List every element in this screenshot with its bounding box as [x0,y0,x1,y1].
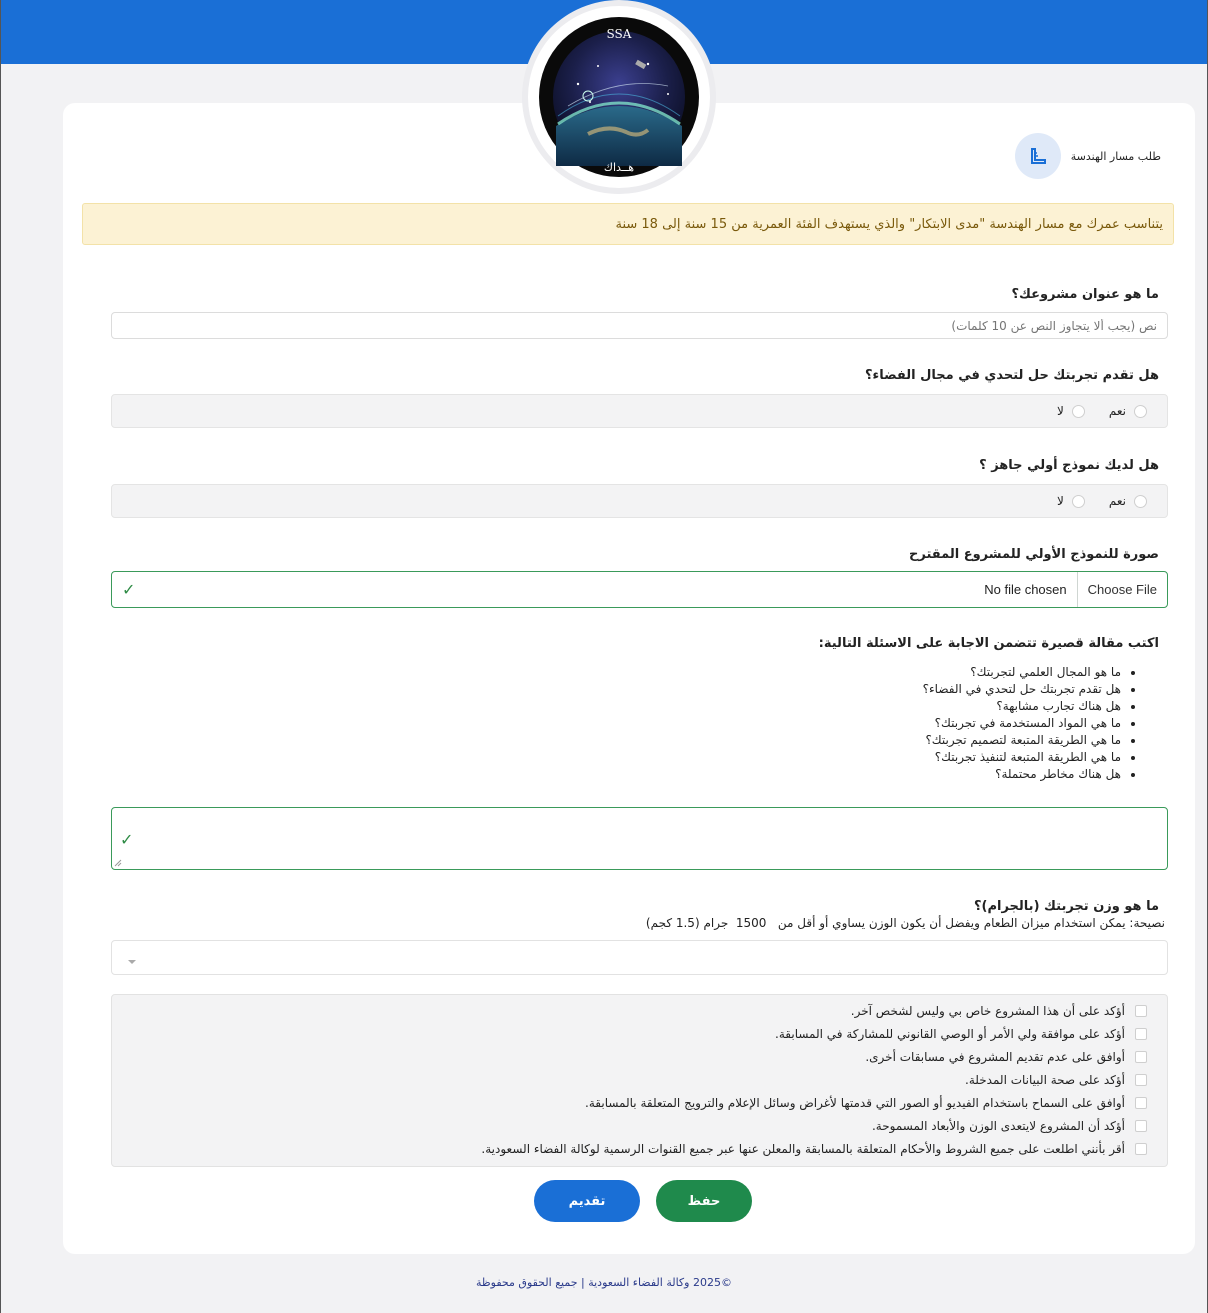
agreements-panel: أؤكد على أن هذا المشروع خاص بي وليس لشخص… [111,994,1168,1167]
agreement-checkbox[interactable] [1135,1097,1147,1109]
list-item: هل تقدم تجربتك حل لتحدي في الفضاء؟ [559,681,1121,698]
agreement-checkbox[interactable] [1135,1143,1147,1155]
project-title-label: ما هو عنوان مشروعك؟ [1011,287,1159,302]
agreement-checkbox[interactable] [1135,1120,1147,1132]
weight-select[interactable] [111,940,1168,975]
chevron-down-icon [128,960,136,964]
logo-emblem: SSA هــداك [539,17,699,177]
agreement-checkbox[interactable] [1135,1005,1147,1017]
list-item: ما هي الطريقة المتبعة لتنفيذ تجربتك؟ [559,749,1121,766]
submit-button[interactable]: تقديم [534,1180,640,1222]
agreement-item[interactable]: أؤكد على موافقة ولي الأمر أو الوصي القان… [775,1027,1147,1041]
agreement-item[interactable]: أوافق على السماح باستخدام الفيديو أو الص… [585,1096,1147,1110]
agreement-text: أؤكد على أن هذا المشروع خاص بي وليس لشخص… [850,1004,1125,1018]
essay-textarea[interactable]: ✓ [111,807,1168,870]
page-header: طلب مسار الهندسة [1014,133,1161,179]
ssa-logo: SSA هــداك [528,6,710,188]
ruler-triangle-icon [1014,133,1061,179]
yes-label: نعم [1108,404,1126,418]
svg-text:هــداك: هــداك [604,161,634,174]
file-status-text: No file chosen [984,582,1067,597]
resize-handle-icon[interactable] [114,859,122,867]
save-button[interactable]: حفظ [656,1180,752,1222]
agreement-checkbox[interactable] [1135,1028,1147,1040]
svg-text:SSA: SSA [607,27,632,41]
age-eligibility-alert: يتناسب عمرك مع مسار الهندسة "مدى الابتكا… [82,203,1174,245]
agreement-item[interactable]: أؤكد على أن هذا المشروع خاص بي وليس لشخص… [851,1004,1147,1018]
agreement-item[interactable]: أؤكد على صحة البيانات المدخلة. [965,1073,1147,1087]
choose-file-button[interactable]: Choose File [1076,572,1167,607]
list-item: ما هي الطريقة المتبعة لتصميم تجربتك؟ [559,732,1121,749]
list-item: ما هي المواد المستخدمة في تجربتك؟ [559,715,1121,732]
agreement-item[interactable]: أوافق على عدم تقديم المشروع في مسابقات أ… [865,1050,1147,1064]
alert-text: يتناسب عمرك مع مسار الهندسة "مدى الابتكا… [615,216,1163,232]
prototype-label: هل لديك نموذج أولي جاهز ؟ [979,458,1159,473]
prototype-image-label: صورة للنموذج الأولي للمشروع المقترح [909,547,1159,562]
list-item: ما هو المجال العلمي لتجربتك؟ [559,664,1121,681]
radio-circle[interactable] [1071,494,1085,508]
prototype-yes-option[interactable]: نعم [1109,494,1147,508]
agreement-text: أقر بأنني اطلعت على جميع الشروط والأحكام… [481,1142,1125,1156]
no-label: لا [1057,494,1064,508]
footer-copyright: ©2025 وكالة الفضاء السعودية | جميع الحقو… [476,1276,732,1289]
radio-circle[interactable] [1071,404,1085,418]
page-title: طلب مسار الهندسة [1070,149,1161,163]
weight-label: ما هو وزن تجربتك (بالجرام)؟ [974,899,1159,914]
prototype-no-option[interactable]: لا [1057,494,1085,508]
essay-label: اكتب مقالة قصيرة تتضمن الاجابة على الاسئ… [818,636,1159,651]
agreement-text: أؤكد على صحة البيانات المدخلة. [965,1073,1125,1087]
valid-check-icon: ✓ [122,580,136,599]
radio-circle[interactable] [1134,404,1147,418]
radio-circle[interactable] [1134,494,1147,508]
prototype-image-file-input[interactable]: Choose File No file chosen ✓ [111,571,1168,608]
space-challenge-yes-option[interactable]: نعم [1109,404,1147,418]
weight-hint: نصيحة: يمكن استخدام ميزان الطعام ويفضل أ… [645,916,1165,930]
space-challenge-no-option[interactable]: لا [1057,404,1085,418]
essay-questions-list: ما هو المجال العلمي لتجربتك؟ هل تقدم تجر… [559,664,1159,783]
project-title-input[interactable] [111,312,1168,339]
agreement-item[interactable]: أؤكد أن المشروع لايتعدى الوزن والأبعاد ا… [872,1119,1147,1133]
agreement-item[interactable]: أقر بأنني اطلعت على جميع الشروط والأحكام… [481,1142,1147,1156]
agreement-checkbox[interactable] [1135,1074,1147,1086]
space-challenge-radio-group: نعم لا [111,394,1168,428]
space-challenge-label: هل تقدم تجربتك حل لتحدي في مجال الفضاء؟ [865,368,1159,383]
yes-label: نعم [1108,494,1126,508]
agreement-text: أؤكد على موافقة ولي الأمر أو الوصي القان… [775,1027,1125,1041]
agreement-text: أوافق على عدم تقديم المشروع في مسابقات أ… [865,1050,1125,1064]
no-label: لا [1057,404,1064,418]
valid-check-icon: ✓ [120,830,134,849]
list-item: هل هناك تجارب مشابهة؟ [559,698,1121,715]
agreement-text: أؤكد أن المشروع لايتعدى الوزن والأبعاد ا… [871,1119,1125,1133]
list-item: هل هناك مخاطر محتملة؟ [559,766,1121,783]
agreement-text: أوافق على السماح باستخدام الفيديو أو الص… [585,1096,1125,1110]
prototype-radio-group: نعم لا [111,484,1168,518]
agreement-checkbox[interactable] [1135,1051,1147,1063]
